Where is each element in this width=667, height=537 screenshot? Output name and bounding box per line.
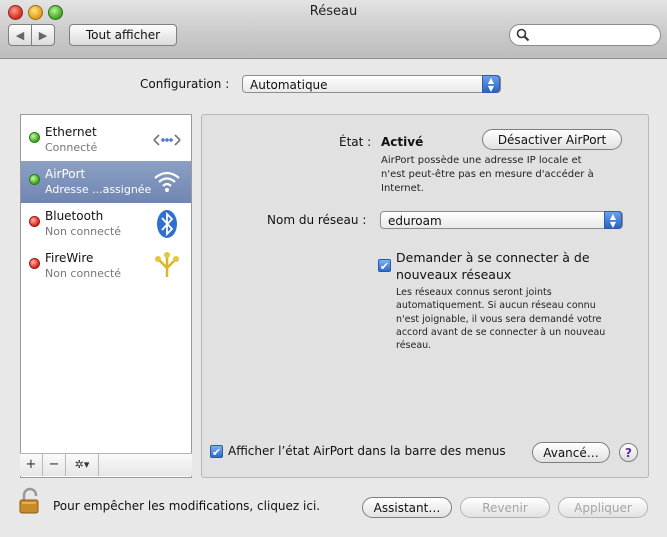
configuration-value: Automatique bbox=[250, 78, 328, 92]
toggle-airport-button[interactable]: Désactiver AirPort bbox=[482, 129, 622, 150]
status-dot bbox=[29, 258, 40, 269]
back-button[interactable]: ◀ bbox=[8, 24, 32, 46]
network-name-label: Nom du réseau : bbox=[267, 213, 367, 227]
network-preferences-window: Réseau ◀ ▶ Tout afficher Configuration :… bbox=[0, 0, 667, 537]
ask-join-checkbox[interactable]: ✔ bbox=[378, 259, 391, 273]
state-value: Activé bbox=[381, 135, 424, 149]
forward-button[interactable]: ▶ bbox=[31, 24, 55, 46]
service-status: Non connecté bbox=[45, 225, 122, 238]
service-name: AirPort bbox=[45, 167, 86, 181]
show-status-checkbox[interactable]: ✔ bbox=[210, 445, 223, 459]
service-status: Non connecté bbox=[45, 267, 122, 280]
service-item-airport[interactable]: AirPort Adresse ...assignée bbox=[21, 161, 191, 203]
title-bar: Réseau ◀ ▶ Tout afficher bbox=[0, 0, 667, 59]
advanced-button[interactable]: Avancé… bbox=[532, 442, 610, 463]
checkmark-icon: ✔ bbox=[211, 446, 222, 459]
assistant-button[interactable]: Assistant… bbox=[362, 497, 452, 518]
apply-button[interactable]: Appliquer bbox=[558, 497, 648, 518]
search-field[interactable] bbox=[509, 24, 661, 46]
service-item-firewire[interactable]: FireWire Non connecté bbox=[21, 245, 191, 287]
lock-icon[interactable] bbox=[18, 487, 42, 515]
wifi-icon bbox=[154, 171, 180, 192]
help-button[interactable]: ? bbox=[619, 443, 638, 462]
service-status: Connecté bbox=[45, 141, 98, 154]
remove-service-button[interactable]: − bbox=[43, 454, 66, 476]
ethernet-icon bbox=[153, 134, 181, 146]
service-name: Ethernet bbox=[45, 125, 97, 139]
forward-arrow-icon: ▶ bbox=[38, 28, 48, 42]
show-status-label: Afficher l’état AirPort dans la barre de… bbox=[228, 444, 506, 458]
gear-menu-button[interactable]: ✲▾ bbox=[66, 454, 99, 476]
status-dot bbox=[29, 174, 40, 185]
service-item-ethernet[interactable]: Ethernet Connecté bbox=[21, 119, 191, 161]
checkmark-icon: ✔ bbox=[379, 260, 390, 273]
service-name: FireWire bbox=[45, 251, 94, 265]
service-name: Bluetooth bbox=[45, 209, 104, 223]
status-dot bbox=[29, 132, 40, 143]
back-arrow-icon: ◀ bbox=[15, 28, 25, 42]
gear-icon: ✲▾ bbox=[74, 458, 90, 471]
network-name-popup[interactable]: eduroam ▲ ▼ bbox=[380, 211, 623, 229]
bluetooth-icon bbox=[157, 210, 177, 238]
network-name-value: eduroam bbox=[388, 214, 442, 228]
firewire-icon bbox=[155, 252, 179, 277]
state-description: AirPort possède une adresse IP locale et… bbox=[381, 155, 594, 194]
state-label: État : bbox=[339, 135, 372, 149]
revert-button[interactable]: Revenir bbox=[460, 497, 550, 518]
show-all-button[interactable]: Tout afficher bbox=[69, 24, 177, 46]
search-icon bbox=[516, 28, 530, 42]
popup-arrows-icon: ▲ ▼ bbox=[604, 211, 622, 229]
configuration-popup[interactable]: Automatique ▲ ▼ bbox=[242, 75, 501, 93]
add-service-button[interactable]: + bbox=[20, 454, 43, 476]
ask-join-label: Demander à se connecter à de nouveaux ré… bbox=[396, 250, 590, 282]
status-dot bbox=[29, 216, 40, 227]
service-list-toolbar: + − ✲▾ bbox=[20, 453, 192, 476]
service-list: Ethernet Connecté AirPort Adresse ...ass… bbox=[20, 114, 192, 478]
configuration-label: Configuration : bbox=[140, 77, 230, 91]
service-status: Adresse ...assignée bbox=[45, 183, 152, 196]
service-item-bluetooth[interactable]: Bluetooth Non connecté bbox=[21, 203, 191, 245]
window-title: Réseau bbox=[309, 4, 358, 19]
ask-join-description: Les réseaux connus seront joints automat… bbox=[396, 287, 606, 352]
lock-message: Pour empêcher les modifications, cliquez… bbox=[53, 499, 321, 513]
popup-arrows-icon: ▲ ▼ bbox=[482, 75, 500, 93]
